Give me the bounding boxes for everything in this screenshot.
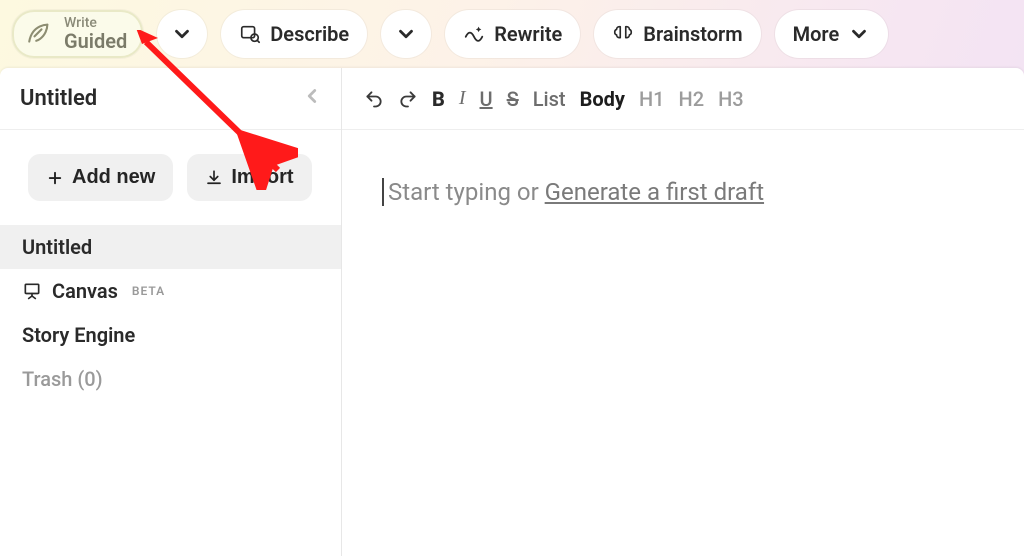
add-new-label: Add new bbox=[72, 166, 155, 189]
write-big-label: Guided bbox=[64, 30, 127, 52]
add-new-button[interactable]: Add new bbox=[28, 154, 173, 201]
editor-placeholder: Start typing or Generate a first draft bbox=[382, 178, 764, 206]
redo-button[interactable] bbox=[398, 89, 418, 109]
undo-button[interactable] bbox=[364, 89, 384, 109]
format-toolbar: B I U S List Body H1 H2 H3 bbox=[342, 68, 1024, 130]
feather-icon bbox=[24, 20, 52, 48]
editor-panel: B I U S List Body H1 H2 H3 Start typing … bbox=[342, 68, 1024, 556]
sidebar-item-label: Trash (0) bbox=[22, 367, 103, 391]
easel-icon bbox=[22, 281, 42, 301]
brainstorm-label: Brainstorm bbox=[643, 22, 742, 46]
strike-button[interactable]: S bbox=[507, 87, 519, 111]
sidebar-item-trash[interactable]: Trash (0) bbox=[0, 357, 341, 401]
plus-icon bbox=[46, 169, 64, 187]
main-panel: Untitled Add new Import Untitled bbox=[0, 68, 1024, 556]
chevron-down-icon bbox=[848, 23, 870, 45]
sidebar-item-label: Canvas bbox=[52, 279, 118, 303]
write-small-label: Write bbox=[64, 16, 127, 30]
redo-icon bbox=[398, 89, 418, 109]
write-guided-button[interactable]: Write Guided bbox=[12, 10, 143, 58]
beta-badge: BETA bbox=[132, 284, 165, 298]
sidebar-item-canvas[interactable]: Canvas BETA bbox=[0, 269, 341, 313]
sidebar-item-untitled[interactable]: Untitled bbox=[0, 225, 341, 269]
chevron-left-icon bbox=[301, 85, 323, 107]
brainstorm-button[interactable]: Brainstorm bbox=[594, 10, 760, 58]
rewrite-icon bbox=[463, 23, 485, 45]
more-button[interactable]: More bbox=[775, 10, 889, 58]
sidebar-item-label: Untitled bbox=[22, 235, 92, 259]
sidebar-collapse-button[interactable] bbox=[301, 85, 323, 113]
import-label: Import bbox=[231, 166, 293, 189]
h2-button[interactable]: H2 bbox=[679, 87, 705, 111]
sidebar-actions: Add new Import bbox=[0, 130, 341, 225]
sidebar-item-story-engine[interactable]: Story Engine bbox=[0, 313, 341, 357]
generate-first-draft-link[interactable]: Generate a first draft bbox=[545, 178, 764, 206]
underline-button[interactable]: U bbox=[480, 87, 493, 111]
list-button[interactable]: List bbox=[533, 87, 566, 111]
editor-body[interactable]: Start typing or Generate a first draft bbox=[342, 130, 1024, 556]
describe-icon bbox=[239, 23, 261, 45]
top-toolbar: Write Guided Describe Rewrite Brainstorm bbox=[0, 0, 1024, 68]
undo-icon bbox=[364, 89, 384, 109]
project-title: Untitled bbox=[20, 86, 97, 111]
bold-button[interactable]: B bbox=[432, 87, 445, 111]
h1-button[interactable]: H1 bbox=[639, 87, 665, 111]
brainstorm-icon bbox=[612, 23, 634, 45]
rewrite-label: Rewrite bbox=[494, 22, 562, 46]
sidebar-header: Untitled bbox=[0, 68, 341, 130]
sidebar-nav: Untitled Canvas BETA Story Engine Trash … bbox=[0, 225, 341, 401]
chevron-down-icon bbox=[395, 23, 417, 45]
chevron-down-icon bbox=[171, 23, 193, 45]
import-button[interactable]: Import bbox=[187, 154, 311, 201]
more-label: More bbox=[793, 22, 840, 46]
write-dropdown-caret[interactable] bbox=[157, 10, 207, 58]
italic-button[interactable]: I bbox=[459, 87, 466, 110]
describe-label: Describe bbox=[270, 22, 349, 46]
import-icon bbox=[205, 169, 223, 187]
sidebar-item-label: Story Engine bbox=[22, 323, 135, 347]
rewrite-button[interactable]: Rewrite bbox=[445, 10, 580, 58]
describe-button[interactable]: Describe bbox=[221, 10, 367, 58]
sidebar: Untitled Add new Import Untitled bbox=[0, 68, 342, 556]
describe-dropdown-caret[interactable] bbox=[381, 10, 431, 58]
body-style-button[interactable]: Body bbox=[580, 87, 625, 111]
h3-button[interactable]: H3 bbox=[718, 87, 744, 111]
